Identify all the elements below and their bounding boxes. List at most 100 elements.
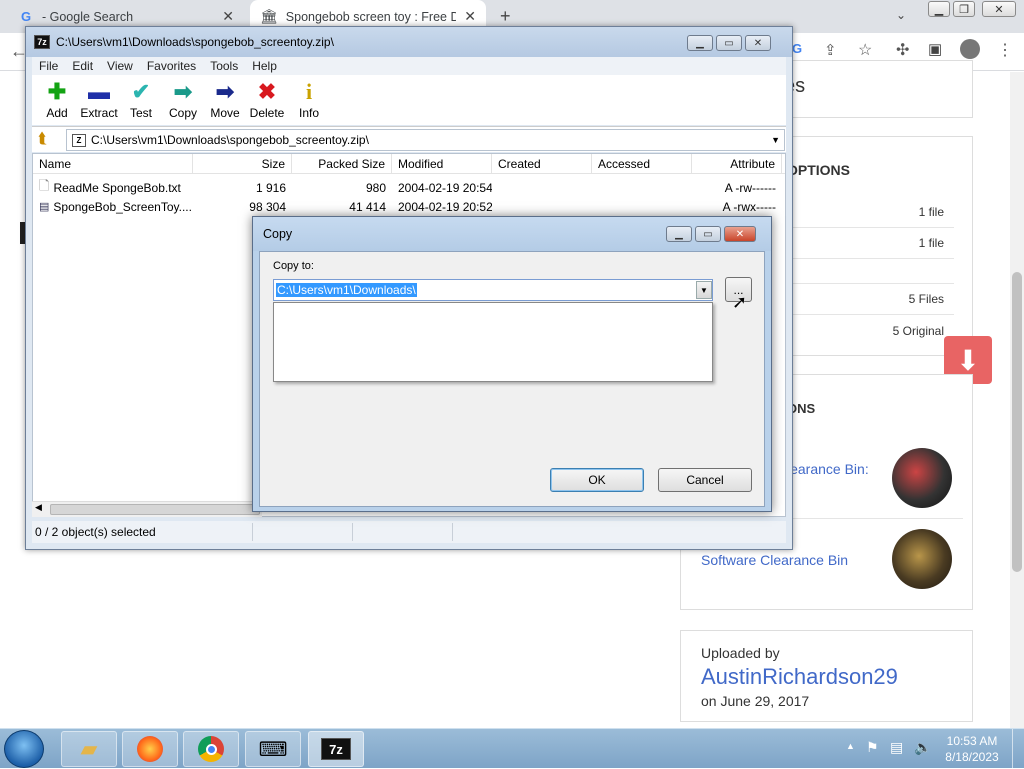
delete-button[interactable]: ✖ Delete xyxy=(246,75,288,121)
side-panel-icon[interactable]: ▣ xyxy=(928,40,942,58)
tab-search-chevron-icon[interactable]: ⌄ xyxy=(896,8,906,22)
collection-thumbnail[interactable] xyxy=(892,448,952,508)
column-accessed[interactable]: Accessed xyxy=(592,154,692,174)
copy-dialog: Copy ▁ ▭ ✕ Copy to: C:\Users\vm1\Downloa… xyxy=(252,216,772,512)
bookmark-star-icon[interactable]: ☆ xyxy=(858,40,872,60)
clock-time: 10:53 AM xyxy=(946,734,998,748)
maximize-button[interactable]: ▭ xyxy=(716,35,742,51)
page-scrollbar-thumb[interactable] xyxy=(1012,272,1022,572)
7zip-app-icon: 7z xyxy=(321,738,351,760)
file-list-header: Name Size Packed Size Modified Created A… xyxy=(33,154,785,174)
address-field[interactable]: Z C:\Users\vm1\Downloads\spongebob_scree… xyxy=(66,129,785,151)
close-browser-button[interactable]: ✕ xyxy=(982,1,1016,17)
destination-path-combo[interactable]: C:\Users\vm1\Downloads\ ▼ xyxy=(273,279,713,301)
check-icon: ✔ xyxy=(131,79,151,104)
ok-button[interactable]: OK xyxy=(550,468,644,492)
clock[interactable]: 10:53 AM 8/18/2023 xyxy=(940,733,1004,765)
profile-avatar[interactable] xyxy=(960,39,980,59)
show-desktop-button[interactable] xyxy=(1012,729,1024,769)
close-tab-icon[interactable]: ✕ xyxy=(222,8,234,25)
extensions-puzzle-icon[interactable]: ✣ xyxy=(896,40,909,60)
table-row[interactable]: ▤ SpongeBob_ScreenToy.... 98 304 41 414 2… xyxy=(33,197,785,216)
cancel-button[interactable]: Cancel xyxy=(658,468,752,492)
minus-icon: ▬ xyxy=(88,79,110,104)
extract-button[interactable]: ▬ Extract xyxy=(78,75,120,121)
collection-link[interactable]: Software Clearance Bin xyxy=(701,552,848,568)
upload-date: on June 29, 2017 xyxy=(701,693,810,709)
minimize-button[interactable]: ▁ xyxy=(687,35,713,51)
plus-icon: ✚ xyxy=(47,79,67,104)
download-options-heading: OPTIONS xyxy=(787,162,851,178)
maximize-button[interactable]: ▭ xyxy=(695,226,721,242)
7zip-title-bar[interactable]: 7z C:\Users\vm1\Downloads\spongebob_scre… xyxy=(26,27,792,57)
collection-link[interactable]: learance Bin: xyxy=(787,461,869,477)
start-button[interactable] xyxy=(4,730,44,768)
up-folder-icon[interactable]: ⮬ xyxy=(38,130,47,147)
7zip-toolbar: ✚ Add ▬ Extract ✔ Test ➡ Copy ➡ Move ✖ Delete … xyxy=(32,75,786,125)
column-modified[interactable]: Modified xyxy=(392,154,492,174)
column-packed-size[interactable]: Packed Size xyxy=(292,154,392,174)
test-button[interactable]: ✔ Test xyxy=(120,75,162,121)
google-icon: G xyxy=(20,9,32,24)
copy-dialog-title-bar[interactable]: Copy ▁ ▭ ✕ xyxy=(253,217,771,251)
keyboard-taskbar-icon[interactable]: ⌨ xyxy=(245,731,301,767)
status-bar: 0 / 2 object(s) selected xyxy=(32,521,786,543)
column-name[interactable]: Name xyxy=(33,154,193,174)
menu-help[interactable]: Help xyxy=(245,59,284,73)
move-button[interactable]: ➡ Move xyxy=(204,75,246,121)
destination-path-value[interactable]: C:\Users\vm1\Downloads\ xyxy=(276,283,417,297)
copy-dialog-title: Copy xyxy=(263,227,293,241)
close-button[interactable]: ✕ xyxy=(745,35,771,51)
explorer-taskbar-icon[interactable]: ▰ xyxy=(61,731,117,767)
new-tab-button[interactable]: + xyxy=(500,6,511,27)
column-attributes[interactable]: Attribute xyxy=(692,154,782,174)
archive-icon: Z xyxy=(72,133,86,147)
copy-to-label: Copy to: xyxy=(273,260,314,272)
action-center-flag-icon[interactable]: ⚑ xyxy=(866,739,879,756)
menu-file[interactable]: File xyxy=(32,59,65,73)
copy-dialog-body: Copy to: C:\Users\vm1\Downloads\ ▼ ... ➚… xyxy=(259,251,765,507)
dropdown-arrow-icon[interactable]: ▼ xyxy=(696,281,712,299)
collection-thumbnail[interactable] xyxy=(892,529,952,589)
show-hidden-icons-icon[interactable]: ▲ xyxy=(846,741,855,751)
clock-date: 8/18/2023 xyxy=(945,750,999,764)
menu-edit[interactable]: Edit xyxy=(65,59,100,73)
column-created[interactable]: Created xyxy=(492,154,592,174)
minimize-button[interactable]: ▁ xyxy=(666,226,692,242)
network-icon[interactable]: ▤ xyxy=(890,739,903,756)
table-row[interactable]: 🗋 ReadMe SpongeBob.txt 1 916 980 2004-02-… xyxy=(33,177,785,197)
menu-view[interactable]: View xyxy=(100,59,140,73)
delete-x-icon: ✖ xyxy=(257,79,277,104)
close-tab-icon[interactable]: ✕ xyxy=(464,8,476,25)
copy-button[interactable]: ➡ Copy xyxy=(162,75,204,121)
scroll-left-icon[interactable]: ◀ xyxy=(35,502,42,513)
close-button[interactable]: ✕ xyxy=(724,226,756,242)
text-file-icon: 🗋 xyxy=(39,177,50,193)
volume-icon[interactable]: 🔈 xyxy=(914,739,931,756)
menu-tools[interactable]: Tools xyxy=(203,59,245,73)
path-dropdown-list[interactable] xyxy=(273,302,713,382)
page-scrollbar[interactable] xyxy=(1010,72,1024,728)
archive-icon: 🏛 xyxy=(260,8,278,24)
column-size[interactable]: Size xyxy=(193,154,292,174)
address-path: C:\Users\vm1\Downloads\spongebob_screent… xyxy=(91,133,369,147)
minimize-browser-button[interactable]: ▁ xyxy=(928,1,950,17)
firefox-taskbar-icon[interactable] xyxy=(122,731,178,767)
restore-browser-button[interactable]: ❐ xyxy=(953,1,975,17)
7zip-taskbar-icon[interactable]: 7z xyxy=(308,731,364,767)
info-icon: i xyxy=(305,79,313,104)
google-lens-icon[interactable]: G xyxy=(792,41,802,56)
share-icon[interactable]: ⇪ xyxy=(824,41,837,59)
dropdown-arrow-icon[interactable]: ▼ xyxy=(771,135,780,145)
more-menu-icon[interactable]: ⋮ xyxy=(997,40,1013,60)
menu-favorites[interactable]: Favorites xyxy=(140,59,203,73)
mouse-cursor-icon: ➚ xyxy=(732,292,748,312)
add-button[interactable]: ✚ Add xyxy=(36,75,78,121)
scrollbar-thumb[interactable] xyxy=(50,504,260,515)
7zip-title: C:\Users\vm1\Downloads\spongebob_screent… xyxy=(56,35,334,49)
info-button[interactable]: i Info xyxy=(288,75,330,121)
executable-file-icon: ▤ xyxy=(39,201,50,213)
horizontal-scrollbar[interactable]: ◀ xyxy=(32,501,262,517)
chrome-taskbar-icon[interactable] xyxy=(183,731,239,767)
uploader-link[interactable]: AustinRichardson29 xyxy=(701,664,898,690)
